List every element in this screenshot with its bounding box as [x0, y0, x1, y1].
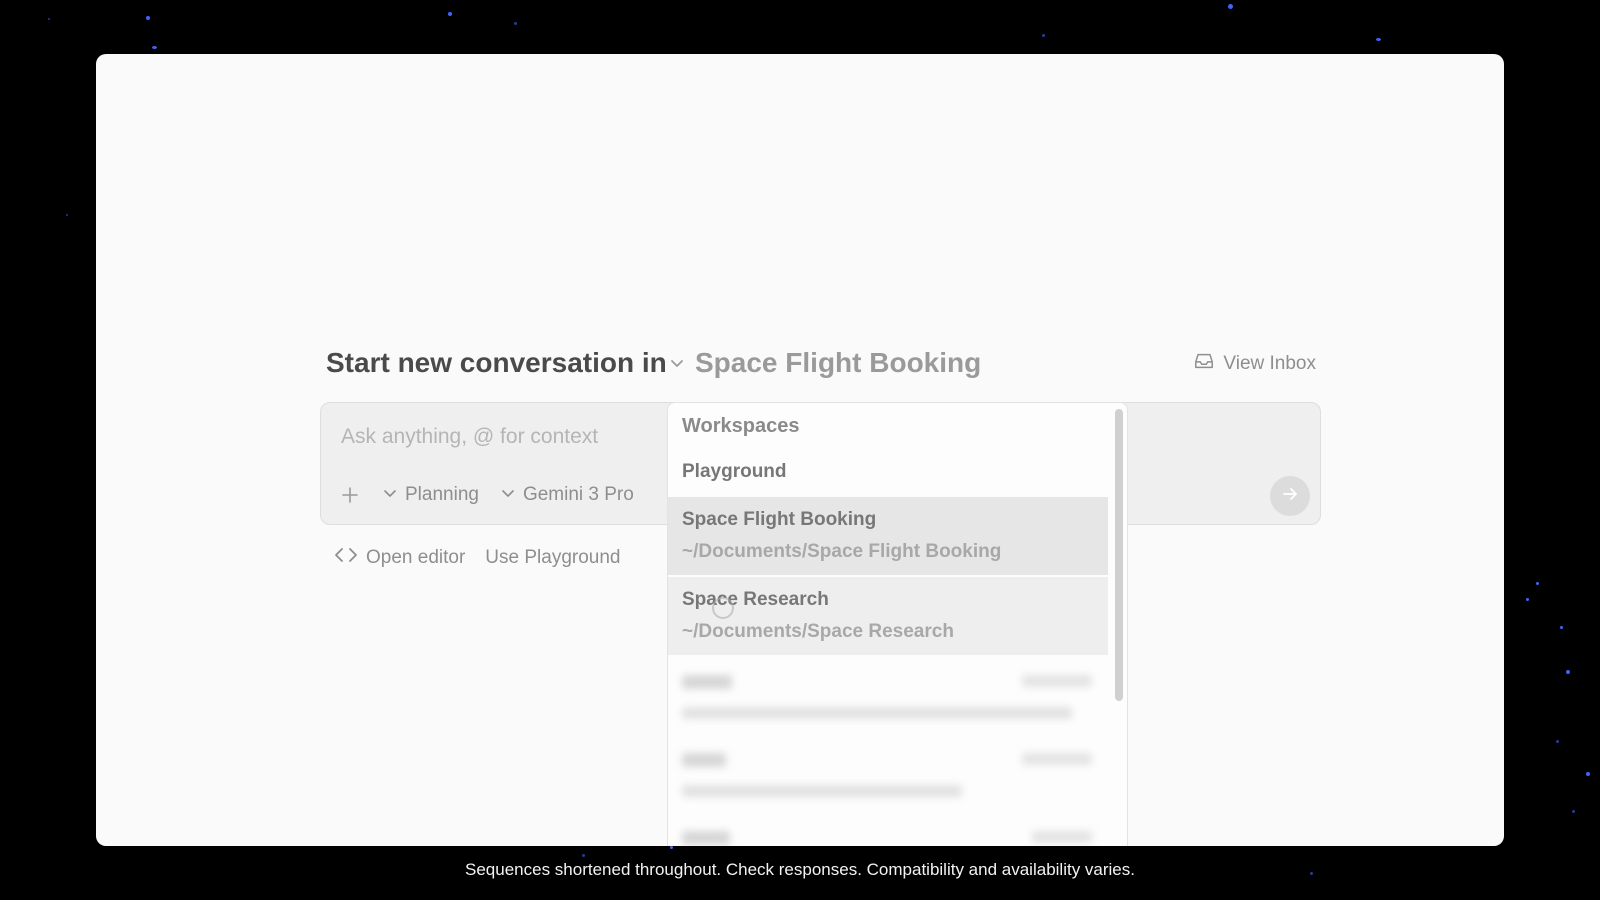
workspace-selector[interactable]: Space Flight Booking: [695, 347, 981, 379]
mouse-cursor: [712, 597, 734, 619]
composer-actions: Open editor Use Playground: [334, 544, 621, 572]
workspace-option-name: Playground: [682, 461, 787, 482]
star: [146, 16, 150, 20]
chevron-down-icon[interactable]: [669, 355, 685, 371]
dropdown-heading: Workspaces: [682, 415, 800, 437]
workspace-dropdown: Workspaces Playground Space Flight Booki…: [667, 402, 1128, 846]
view-inbox-label: View Inbox: [1223, 353, 1316, 374]
mode-select[interactable]: Planning: [383, 484, 479, 506]
open-editor-label: Open editor: [366, 547, 466, 568]
open-editor-button[interactable]: Open editor: [334, 546, 465, 570]
chevron-down-icon: [383, 484, 397, 506]
view-inbox-button[interactable]: View Inbox: [1193, 350, 1316, 378]
star: [1586, 772, 1590, 776]
workspace-option-name: Space Flight Booking: [682, 509, 877, 530]
star: [448, 12, 452, 16]
use-playground-button[interactable]: Use Playground: [485, 547, 620, 569]
chevron-down-icon: [501, 484, 515, 506]
star: [582, 854, 585, 857]
star: [1376, 38, 1381, 41]
star: [1536, 582, 1539, 585]
workspace-option-space-flight-booking[interactable]: Space Flight Booking ~/Documents/Space F…: [668, 497, 1108, 575]
use-playground-label: Use Playground: [485, 547, 621, 568]
workspace-option-path: ~/Documents/Space Research: [682, 621, 954, 642]
page-title: Start new conversation in: [326, 347, 667, 378]
workspace-option-space-research[interactable]: Space Research ~/Documents/Space Researc…: [668, 577, 1108, 655]
mode-label: Planning: [405, 484, 479, 505]
blurred-option: [682, 823, 1102, 846]
disclaimer-caption: Sequences shortened throughout. Check re…: [465, 860, 1135, 879]
star: [152, 46, 157, 49]
plus-icon[interactable]: [341, 486, 359, 504]
app-window: Start new conversation in Space Flight B…: [96, 54, 1504, 846]
send-button[interactable]: [1270, 476, 1310, 516]
prompt-input[interactable]: [341, 425, 641, 449]
star: [670, 846, 673, 849]
star: [1042, 34, 1045, 37]
star: [514, 22, 517, 25]
model-label: Gemini 3 Pro: [522, 484, 634, 505]
model-select[interactable]: Gemini 3 Pro: [501, 484, 634, 506]
blurred-option: [682, 745, 1102, 805]
star: [1566, 670, 1570, 674]
composer-toolbar: Planning Gemini 3 Pro: [341, 481, 656, 509]
arrow-right-icon: [1280, 484, 1300, 509]
star: [1560, 626, 1563, 629]
star: [1556, 740, 1559, 743]
star: [1572, 810, 1575, 813]
workspace-option-path: ~/Documents/Space Flight Booking: [682, 541, 1002, 562]
blurred-option: [682, 667, 1102, 727]
workspace-option-playground[interactable]: Playground: [668, 451, 1108, 495]
dropdown-scrollbar[interactable]: [1115, 409, 1123, 701]
star: [66, 214, 68, 216]
star: [1228, 4, 1233, 9]
star: [48, 18, 50, 20]
conversation-header: Start new conversation in Space Flight B…: [326, 343, 1326, 385]
star: [1526, 598, 1529, 601]
inbox-icon: [1193, 350, 1215, 378]
workspace-option-name: Space Research: [682, 589, 829, 610]
code-icon: [334, 546, 358, 570]
